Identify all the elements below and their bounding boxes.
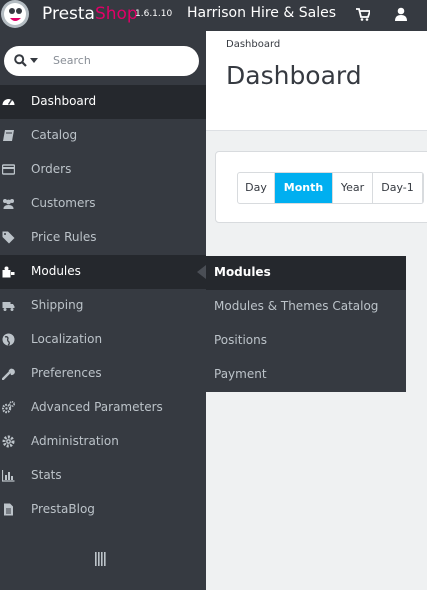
sidebar-item-label: Preferences — [31, 366, 102, 380]
sidebar-item-stats[interactable]: Stats — [0, 459, 206, 493]
sidebar-item-label: Localization — [31, 332, 103, 346]
brand-part-2: Shop — [94, 4, 138, 24]
page-header: Dashboard Dashboard — [206, 31, 427, 131]
sidebar-item-shipping[interactable]: Shipping — [0, 289, 206, 323]
sidebar-item-label: Stats — [31, 468, 62, 482]
breadcrumb[interactable]: Dashboard — [226, 39, 280, 50]
submenu-item-label: Modules & Themes Catalog — [214, 299, 379, 313]
search-input[interactable]: Search — [4, 46, 199, 76]
prestashop-logo-icon[interactable] — [0, 0, 31, 31]
range-day-button[interactable]: Day — [238, 173, 275, 203]
book-icon — [3, 130, 14, 141]
sidebar-item-customers[interactable]: Customers — [0, 187, 206, 221]
search-icon[interactable] — [14, 54, 27, 67]
sidebar: Search Dashboard Catalog Orders Customer… — [0, 31, 206, 590]
sidebar-item-label: Modules — [31, 264, 81, 278]
sidebar-item-label: Orders — [31, 162, 72, 176]
cogs-icon — [2, 401, 15, 414]
file-text-icon — [4, 503, 13, 516]
sidebar-item-dashboard[interactable]: Dashboard — [0, 85, 206, 119]
brand-name: PrestaShop — [42, 4, 138, 24]
sidebar-item-label: Price Rules — [31, 230, 97, 244]
submenu-item-label: Payment — [214, 367, 267, 381]
modules-submenu: Modules Modules & Themes Catalog Positio… — [206, 256, 406, 392]
bar-chart-icon — [2, 470, 15, 482]
date-range-panel: Day Month Year Day-1 — [215, 151, 427, 223]
dashboard-icon — [2, 99, 15, 105]
sidebar-item-catalog[interactable]: Catalog — [0, 119, 206, 153]
sidebar-item-label: PrestaBlog — [31, 502, 95, 516]
submenu-item-label: Modules — [214, 265, 271, 279]
date-range-button-group: Day Month Year Day-1 — [237, 172, 424, 204]
page-title: Dashboard — [226, 61, 362, 90]
submenu-pointer — [197, 265, 206, 279]
sidebar-item-label: Shipping — [31, 298, 84, 312]
sidebar-item-modules[interactable]: Modules — [0, 255, 206, 289]
collapse-sidebar-icon[interactable] — [95, 552, 107, 566]
sidebar-item-price-rules[interactable]: Price Rules — [0, 221, 206, 255]
submenu-item-modules-themes-catalog[interactable]: Modules & Themes Catalog — [206, 290, 406, 324]
caret-down-icon[interactable] — [30, 58, 38, 63]
sidebar-item-prestablog[interactable]: PrestaBlog — [0, 493, 206, 527]
range-year-button[interactable]: Year — [333, 173, 373, 203]
sidebar-item-advanced-parameters[interactable]: Advanced Parameters — [0, 391, 206, 425]
credit-card-icon — [2, 164, 15, 175]
user-icon[interactable] — [395, 7, 407, 21]
wrench-icon — [2, 368, 15, 380]
sidebar-item-localization[interactable]: Localization — [0, 323, 206, 357]
submenu-item-payment[interactable]: Payment — [206, 358, 406, 392]
globe-icon — [2, 333, 15, 346]
cog-icon — [2, 435, 15, 448]
top-header: PrestaShop 1.6.1.10 Harrison Hire & Sale… — [0, 0, 427, 31]
sidebar-item-preferences[interactable]: Preferences — [0, 357, 206, 391]
users-icon — [3, 199, 14, 209]
search-placeholder[interactable]: Search — [53, 54, 91, 67]
sidebar-item-administration[interactable]: Administration — [0, 425, 206, 459]
shop-name-link[interactable]: Harrison Hire & Sales — [187, 5, 336, 21]
range-month-button[interactable]: Month — [275, 173, 333, 203]
sidebar-item-orders[interactable]: Orders — [0, 153, 206, 187]
puzzle-icon — [2, 266, 15, 278]
cart-icon[interactable] — [356, 8, 370, 21]
sidebar-item-label: Dashboard — [31, 94, 97, 108]
submenu-item-modules[interactable]: Modules — [206, 256, 406, 290]
tags-icon — [2, 231, 15, 244]
sidebar-item-label: Advanced Parameters — [31, 400, 163, 414]
sidebar-item-label: Administration — [31, 434, 119, 448]
version-label: 1.6.1.10 — [135, 9, 173, 19]
sidebar-item-label: Customers — [31, 196, 96, 210]
truck-icon — [2, 302, 15, 311]
submenu-item-label: Positions — [214, 333, 267, 347]
sidebar-item-label: Catalog — [31, 128, 78, 142]
brand-part-1: Presta — [42, 4, 95, 24]
range-day-minus-1-button[interactable]: Day-1 — [373, 173, 423, 203]
submenu-item-positions[interactable]: Positions — [206, 324, 406, 358]
